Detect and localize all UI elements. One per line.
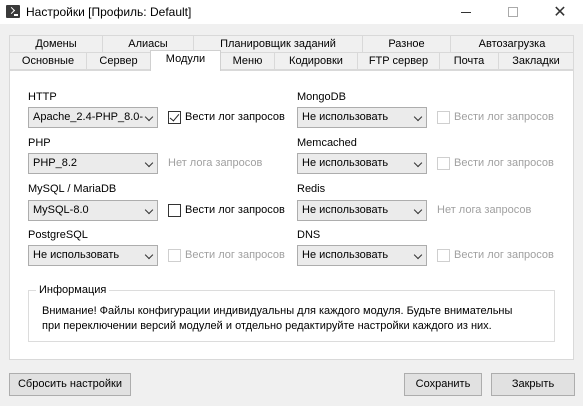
chevron-down-icon xyxy=(144,250,154,260)
redis-select[interactable]: Не использовать xyxy=(297,200,427,221)
php-no-log-label: Нет лога запросов xyxy=(168,157,263,169)
dns-select[interactable]: Не использовать xyxy=(297,245,427,266)
reset-settings-button[interactable]: Сбросить настройки xyxy=(9,373,131,396)
mongodb-log-label: Вести лог запросов xyxy=(454,111,554,123)
redis-select-value: Не использовать xyxy=(302,204,389,216)
postgres-select[interactable]: Не использовать xyxy=(28,245,158,266)
tab-modules[interactable]: Модули xyxy=(150,50,221,71)
tab-server[interactable]: Сервер xyxy=(86,52,151,70)
info-line-1: Внимание! Файлы конфигурации индивидуаль… xyxy=(42,305,513,317)
close-button[interactable]: Закрыть xyxy=(491,373,575,396)
dns-select-value: Не использовать xyxy=(302,249,389,261)
chevron-down-icon xyxy=(144,158,154,168)
chevron-down-icon xyxy=(413,112,423,122)
tab-domains[interactable]: Домены xyxy=(9,35,103,53)
mysql-select-value: MySQL-8.0 xyxy=(33,204,89,216)
http-log-checkbox[interactable] xyxy=(168,111,181,124)
mysql-label: MySQL / MariaDB xyxy=(28,183,117,195)
postgres-select-value: Не использовать xyxy=(33,249,120,261)
tab-bookmarks[interactable]: Закладки xyxy=(498,52,574,70)
http-select[interactable]: Apache_2.4-PHP_8.0- xyxy=(28,107,158,128)
tab-encodings[interactable]: Кодировки xyxy=(274,52,358,70)
tab-misc[interactable]: Разное xyxy=(362,35,451,53)
info-line-2: при переключении версий модулей и отдель… xyxy=(42,320,492,332)
mysql-select[interactable]: MySQL-8.0 xyxy=(28,200,158,221)
memcached-log-label: Вести лог запросов xyxy=(454,157,554,169)
app-terminal-icon xyxy=(6,5,20,18)
memcached-log-checkbox[interactable] xyxy=(437,157,450,170)
http-label: HTTP xyxy=(28,91,57,103)
dns-log-checkbox[interactable] xyxy=(437,249,450,262)
redis-label: Redis xyxy=(297,183,326,195)
mongodb-select[interactable]: Не использовать xyxy=(297,107,427,128)
title-bar: Настройки [Профиль: Default] ✕ xyxy=(0,0,583,24)
postgres-log-label: Вести лог запросов xyxy=(185,249,285,261)
mongodb-label: MongoDB xyxy=(297,91,346,103)
maximize-button[interactable] xyxy=(490,0,536,24)
redis-no-log-label: Нет лога запросов xyxy=(437,204,532,216)
memcached-select[interactable]: Не использовать xyxy=(297,153,427,174)
php-select-value: PHP_8.2 xyxy=(33,157,78,169)
chevron-down-icon xyxy=(144,205,154,215)
memcached-select-value: Не использовать xyxy=(302,157,389,169)
tab-mail[interactable]: Почта xyxy=(439,52,499,70)
tab-menu[interactable]: Меню xyxy=(220,52,275,70)
mysql-log-label: Вести лог запросов xyxy=(185,204,285,216)
chevron-down-icon xyxy=(413,250,423,260)
mongodb-select-value: Не использовать xyxy=(302,111,389,123)
tab-general[interactable]: Основные xyxy=(9,52,87,70)
http-log-label: Вести лог запросов xyxy=(185,111,285,123)
chevron-down-icon xyxy=(144,112,154,122)
maximize-icon xyxy=(508,7,518,17)
memcached-label: Memcached xyxy=(297,137,357,149)
dns-label: DNS xyxy=(297,229,321,241)
chevron-down-icon xyxy=(413,158,423,168)
info-text: Внимание! Файлы конфигурации индивидуаль… xyxy=(42,304,552,334)
info-group-title: Информация xyxy=(36,284,110,296)
http-select-value: Apache_2.4-PHP_8.0- xyxy=(33,111,143,123)
php-select[interactable]: PHP_8.2 xyxy=(28,153,158,174)
mongodb-log-checkbox[interactable] xyxy=(437,111,450,124)
minimize-icon xyxy=(461,11,471,13)
chevron-down-icon xyxy=(413,205,423,215)
save-button[interactable]: Сохранить xyxy=(404,373,482,396)
mysql-log-checkbox[interactable] xyxy=(168,204,181,217)
php-label: PHP xyxy=(28,137,51,149)
dns-log-label: Вести лог запросов xyxy=(454,249,554,261)
tab-ftp-server[interactable]: FTP сервер xyxy=(357,52,440,70)
tab-autostart[interactable]: Автозагрузка xyxy=(450,35,574,53)
close-window-button[interactable]: ✕ xyxy=(537,0,583,24)
window-title: Настройки [Профиль: Default] xyxy=(26,5,192,19)
minimize-button[interactable] xyxy=(443,0,489,24)
postgres-log-checkbox[interactable] xyxy=(168,249,181,262)
postgres-label: PostgreSQL xyxy=(28,229,88,241)
